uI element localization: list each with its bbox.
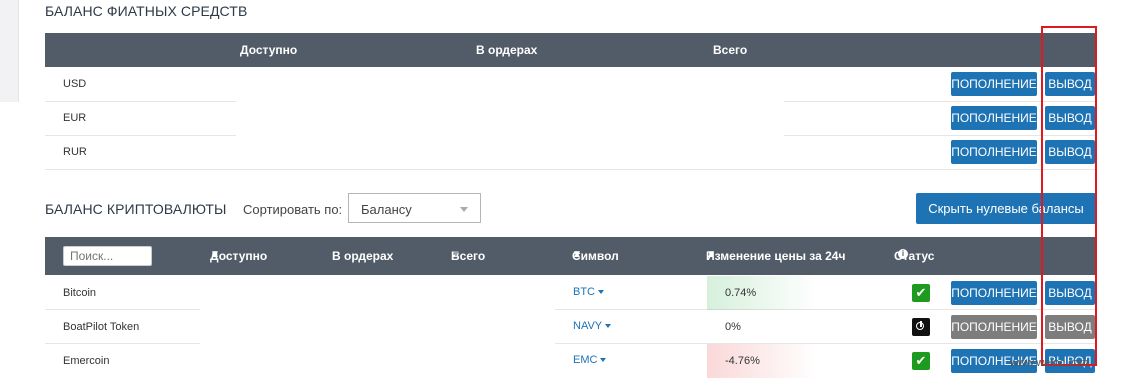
withdraw-button[interactable]: ВЫВОД bbox=[1045, 281, 1095, 305]
sort-down-icon: ▼ bbox=[451, 249, 461, 260]
sort-down-icon: ▼ bbox=[706, 249, 716, 260]
hide-zero-balances-button[interactable]: Скрыть нулевые балансы bbox=[916, 193, 1096, 224]
symbol-dropdown[interactable]: BTC bbox=[573, 286, 604, 298]
deposit-button[interactable]: ПОПОЛНЕНИЕ bbox=[951, 315, 1037, 339]
coin-name: BoatPilot Token bbox=[63, 321, 140, 333]
price-change-cell: 0.74% bbox=[707, 276, 817, 310]
sort-select[interactable]: Балансу bbox=[348, 193, 481, 223]
crypto-row-bitcoin: Bitcoin BTC 0.74% ✔ ПОПОЛНЕНИЕ ВЫВОД bbox=[45, 276, 1097, 310]
symbol-label: EMC bbox=[573, 354, 598, 366]
withdraw-button[interactable]: ВЫВОД bbox=[1045, 72, 1095, 96]
deposit-button[interactable]: ПОПОЛНЕНИЕ bbox=[951, 140, 1037, 164]
watermark: www.wetoc.com bbox=[1010, 357, 1089, 369]
symbol-dropdown[interactable]: NAVY bbox=[573, 320, 612, 332]
fiat-table-header: Доступно В ордерах Всего bbox=[45, 33, 1097, 67]
coin-name: Emercoin bbox=[63, 355, 110, 367]
withdraw-button[interactable]: ВЫВОД bbox=[1045, 106, 1095, 130]
currency-name: EUR bbox=[63, 112, 87, 124]
price-change-value: -4.76% bbox=[725, 355, 760, 367]
coin-name: Bitcoin bbox=[63, 287, 97, 299]
symbol-label: BTC bbox=[573, 286, 595, 298]
crypto-balance-title: БАЛАНС КРИПТОВАЛЮТЫ bbox=[45, 201, 227, 217]
caret-down-icon bbox=[600, 358, 607, 363]
check-icon: ✔ bbox=[912, 352, 930, 370]
sort-down-icon: ▼ bbox=[210, 249, 220, 260]
fiat-values-area bbox=[236, 67, 784, 169]
currency-name: USD bbox=[63, 78, 87, 90]
info-icon[interactable]: i bbox=[898, 249, 908, 259]
symbol-dropdown[interactable]: EMC bbox=[573, 354, 607, 366]
header-in-orders: В ордерах bbox=[332, 249, 394, 263]
header-in-orders: В ордерах bbox=[476, 43, 538, 57]
sort-down-icon: ▼ bbox=[572, 249, 582, 260]
header-available: Доступно bbox=[240, 43, 298, 57]
left-sidebar-edge bbox=[0, 0, 19, 102]
caret-down-icon bbox=[598, 290, 604, 295]
price-change-cell: -4.76% bbox=[707, 344, 817, 378]
sort-select-value: Балансу bbox=[361, 202, 412, 217]
header-change-label: Изменение цены за 24ч bbox=[706, 249, 846, 263]
sort-label: Сортировать по: bbox=[243, 202, 343, 217]
currency-name: RUR bbox=[63, 146, 87, 158]
deposit-button[interactable]: ПОПОЛНЕНИЕ bbox=[951, 106, 1037, 130]
price-change-value: 0% bbox=[725, 321, 741, 333]
symbol-label: NAVY bbox=[573, 320, 603, 332]
price-change-value: 0.74% bbox=[725, 287, 757, 299]
crypto-row-emercoin: Emercoin EMC -4.76% ✔ ПОПОЛНЕНИЕ ВЫВОД bbox=[45, 344, 1097, 378]
withdraw-button[interactable]: ВЫВОД bbox=[1045, 315, 1095, 339]
withdraw-button[interactable]: ВЫВОД bbox=[1045, 140, 1095, 164]
deposit-button[interactable]: ПОПОЛНЕНИЕ bbox=[951, 281, 1037, 305]
caret-down-icon bbox=[605, 324, 612, 329]
crypto-table-header: Доступно ▲ ▼ В ордерах Всего ▲ ▼ Символ … bbox=[45, 237, 1097, 275]
crypto-row-boatpilot: BoatPilot Token NAVY 0% ПОПОЛНЕНИЕ ВЫВОД bbox=[45, 310, 1097, 344]
power-icon bbox=[912, 318, 930, 336]
fiat-balance-title: БАЛАНС ФИАТНЫХ СРЕДСТВ bbox=[45, 3, 248, 19]
header-total: Всего bbox=[713, 43, 748, 57]
deposit-button[interactable]: ПОПОЛНЕНИЕ bbox=[951, 72, 1037, 96]
search-input[interactable] bbox=[63, 246, 152, 266]
check-icon: ✔ bbox=[912, 284, 930, 302]
price-change-cell: 0% bbox=[707, 310, 817, 344]
chevron-down-icon bbox=[460, 207, 468, 212]
